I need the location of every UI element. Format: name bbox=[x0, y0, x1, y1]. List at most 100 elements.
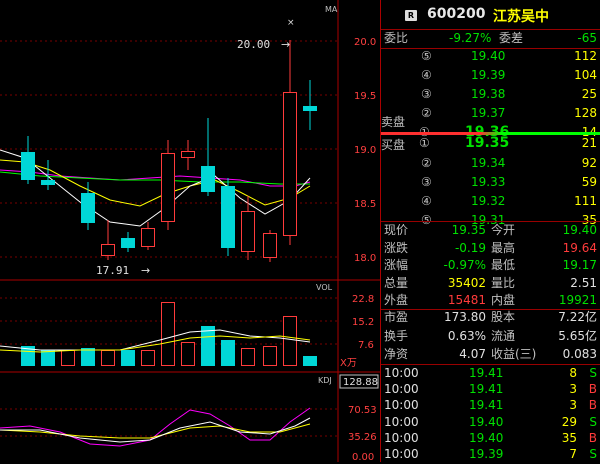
order-price: 19.34 bbox=[471, 156, 506, 170]
kline-chart[interactable]: MA × 20.0 19.5 19.0 18.5 18.0 20.00 → 17… bbox=[0, 0, 380, 462]
order-price: 19.37 bbox=[471, 106, 506, 120]
sell-order-row: ⑤ 19.40 112 bbox=[381, 47, 600, 66]
stat-value: 2.51 bbox=[570, 275, 597, 290]
stat-row: 涨跌 -0.19 最高 19.64 bbox=[381, 239, 600, 258]
stock-name: 江苏吴中 bbox=[493, 9, 549, 25]
fund-row: 市盈 173.80 股本 7.22亿 bbox=[381, 308, 600, 327]
order-price: 19.32 bbox=[471, 194, 506, 208]
y-tick: 20.0 bbox=[354, 37, 376, 48]
order-price: 19.33 bbox=[471, 175, 506, 189]
stat-value: 19.64 bbox=[562, 240, 597, 255]
y-tick: 19.0 bbox=[354, 145, 376, 156]
stat-label: 今开 bbox=[491, 223, 516, 237]
buy-order-row: ① 19.35 21 bbox=[381, 134, 600, 153]
fund-row: 净资 4.07 收益(三) 0.083 bbox=[381, 345, 600, 364]
rank-badge: R bbox=[405, 10, 417, 21]
order-volume: 112 bbox=[574, 49, 597, 63]
tick-row: 10:00 19.39 7 S bbox=[381, 445, 600, 464]
stat-label: 涨跌 bbox=[384, 240, 409, 255]
ma-label: MA bbox=[325, 5, 338, 14]
fund-label: 收益(三) bbox=[491, 347, 537, 361]
candle bbox=[181, 151, 195, 158]
stat-value: 35402 bbox=[447, 275, 486, 290]
stat-value: 19.17 bbox=[562, 258, 597, 273]
fund-value: 173.80 bbox=[444, 310, 486, 324]
stat-row: 现价 19.35 今开 19.40 bbox=[381, 221, 600, 240]
fund-label: 净资 bbox=[384, 347, 409, 361]
order-volume: 128 bbox=[574, 106, 597, 120]
tick-volume: 7 bbox=[569, 447, 577, 461]
candle bbox=[121, 238, 135, 248]
order-volume: 92 bbox=[581, 156, 597, 170]
candle bbox=[21, 152, 35, 180]
volume-bar bbox=[81, 348, 95, 366]
order-level: ② bbox=[421, 156, 432, 170]
volume-bar bbox=[263, 346, 277, 366]
kdj-highlight-value: 128.88 bbox=[343, 377, 378, 388]
vol-tick: 22.8 bbox=[352, 294, 374, 305]
kdj-j-line bbox=[0, 407, 311, 447]
y-tick: 19.5 bbox=[354, 91, 376, 102]
fund-label: 市盈 bbox=[384, 310, 409, 324]
candle bbox=[303, 106, 317, 111]
sell-order-row: ③ 19.38 25 bbox=[381, 85, 600, 104]
candles[interactable] bbox=[21, 40, 317, 262]
candle bbox=[81, 193, 95, 223]
candle bbox=[101, 244, 115, 256]
order-price: 19.40 bbox=[471, 49, 506, 63]
fund-value: 5.65亿 bbox=[558, 328, 597, 343]
order-level: ④ bbox=[421, 68, 432, 82]
stat-label: 最高 bbox=[491, 240, 516, 255]
candle bbox=[41, 180, 55, 185]
stock-code: 600200 bbox=[427, 6, 486, 22]
stat-row: 涨幅 -0.97% 最低 19.17 bbox=[381, 256, 600, 275]
order-volume: 104 bbox=[574, 68, 597, 82]
sell-order-row: ④ 19.39 104 bbox=[381, 66, 600, 85]
candle bbox=[263, 233, 277, 258]
vol-tick: 15.2 bbox=[352, 317, 374, 328]
stat-value: -0.97% bbox=[443, 258, 486, 273]
stock-header: R 600200 江苏吴中 bbox=[381, 0, 600, 28]
volume-bar bbox=[121, 350, 135, 366]
buy-order-row: ④ 19.32 111 bbox=[381, 192, 600, 211]
order-price: 19.35 bbox=[465, 135, 510, 151]
y-axis: 20.0 19.5 19.0 18.5 18.0 bbox=[354, 37, 376, 264]
sell-order-row: ② 19.37 128 bbox=[381, 104, 600, 123]
order-level: ③ bbox=[421, 87, 432, 101]
order-level: ⑤ bbox=[421, 49, 432, 63]
high-arrow-icon: → bbox=[281, 38, 290, 51]
order-level: ① bbox=[419, 136, 430, 150]
stat-value: -0.19 bbox=[454, 240, 486, 255]
volume-bar bbox=[303, 356, 317, 366]
vol-tick: 7.6 bbox=[358, 340, 374, 351]
fund-value: 0.63% bbox=[447, 328, 486, 343]
order-volume: 59 bbox=[581, 175, 597, 189]
kdj-label: KDJ bbox=[318, 376, 332, 385]
y-tick: 18.0 bbox=[354, 253, 376, 264]
volume-bars bbox=[21, 302, 317, 366]
kdj-tick: 0.00 bbox=[352, 452, 374, 462]
high-marker-icon: × bbox=[287, 18, 295, 28]
volume-bar bbox=[201, 326, 215, 366]
vol-label: VOL bbox=[316, 283, 333, 292]
buy-order-row: ③ 19.33 59 bbox=[381, 173, 600, 192]
fund-label: 换手 bbox=[384, 328, 409, 343]
order-level: ③ bbox=[421, 175, 432, 189]
candle bbox=[221, 186, 235, 248]
quote-panel: R 600200 江苏吴中 委比 -9.27% 委差 -65 ⑤ 19.40 112… bbox=[380, 0, 600, 462]
high-price-label: 20.00 bbox=[237, 38, 270, 51]
order-level: ② bbox=[421, 106, 432, 120]
candle bbox=[161, 153, 175, 222]
candle bbox=[241, 211, 255, 252]
stat-row: 总量 35402 量比 2.51 bbox=[381, 274, 600, 293]
order-level: ④ bbox=[421, 194, 432, 208]
volume-bar bbox=[161, 302, 175, 366]
weicha-label: 委差 bbox=[499, 31, 524, 45]
weicha-value: -65 bbox=[577, 31, 597, 45]
order-volume: 111 bbox=[574, 194, 597, 208]
candle bbox=[141, 228, 155, 247]
fund-value: 7.22亿 bbox=[558, 310, 597, 324]
candle bbox=[201, 166, 215, 192]
buy-order-row: ② 19.34 92 bbox=[381, 154, 600, 173]
stat-label: 总量 bbox=[384, 275, 409, 290]
